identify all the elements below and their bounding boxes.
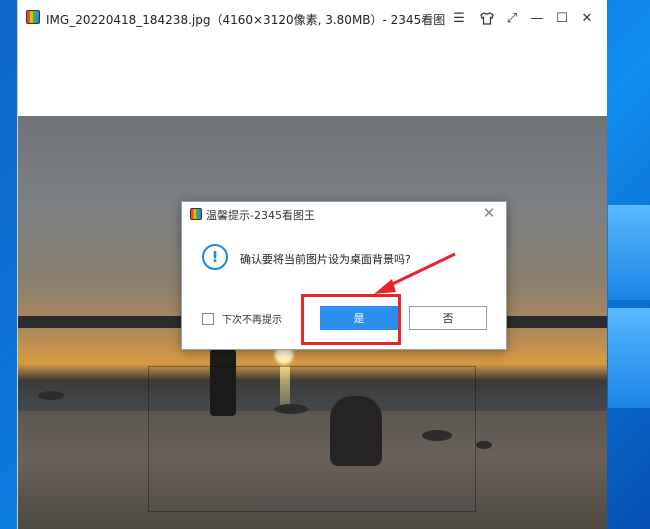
annotation-arrow (374, 252, 456, 294)
